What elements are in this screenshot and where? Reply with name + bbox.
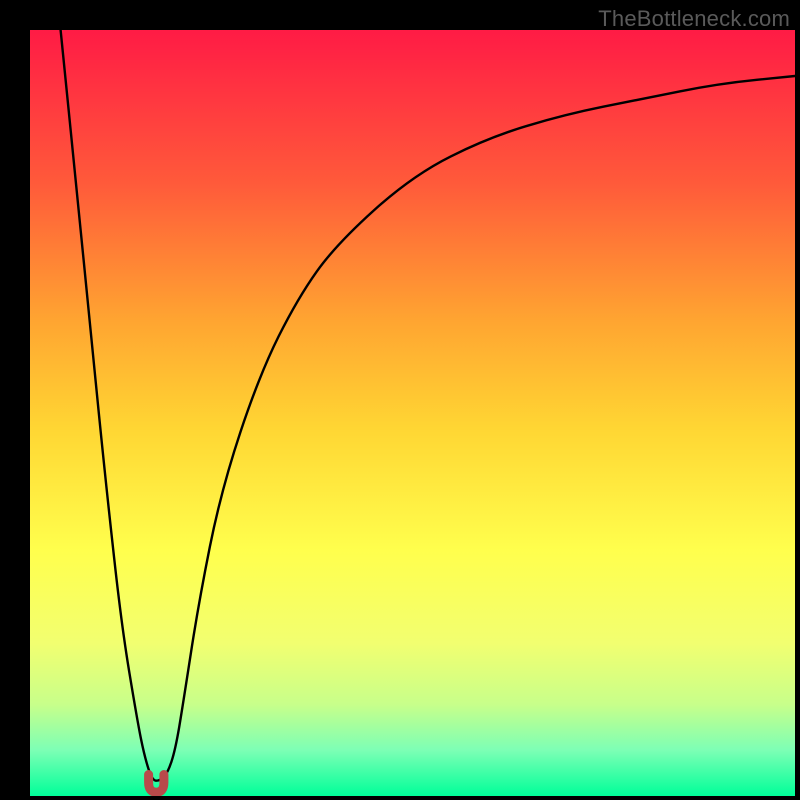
chart-svg — [0, 0, 800, 800]
watermark-text: TheBottleneck.com — [598, 6, 790, 32]
plot-area — [30, 30, 795, 796]
chart-canvas: TheBottleneck.com — [0, 0, 800, 800]
